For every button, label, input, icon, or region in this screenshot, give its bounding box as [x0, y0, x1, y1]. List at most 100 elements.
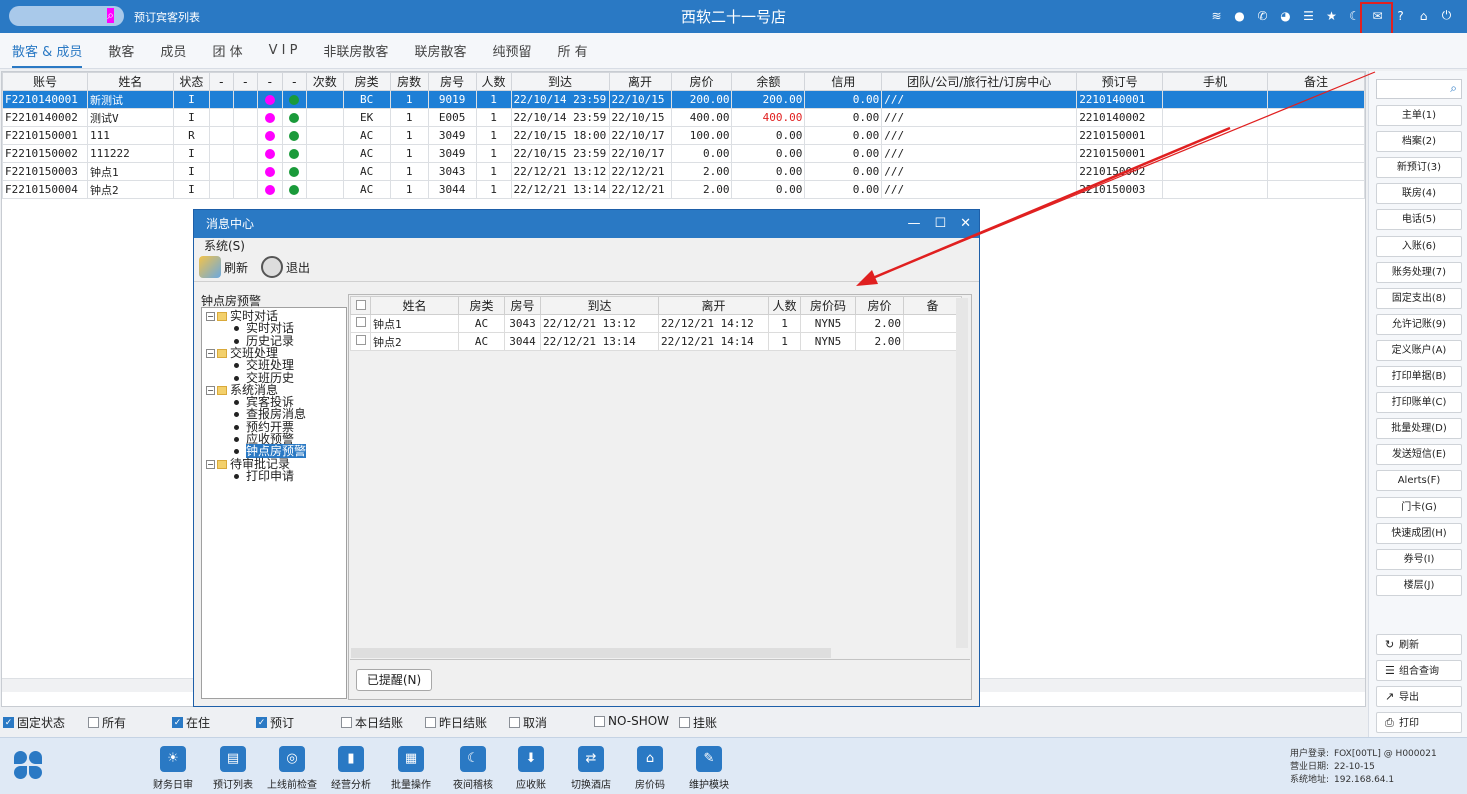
filter-1[interactable]: 所有: [88, 714, 126, 731]
column-header[interactable]: 房号: [427, 72, 477, 91]
column-header[interactable]: 信用: [804, 72, 883, 91]
panel-button-4[interactable]: 电话(5): [1376, 209, 1462, 231]
column-header[interactable]: 次数: [305, 72, 344, 91]
panel-button-15[interactable]: 门卡(G): [1376, 496, 1462, 518]
dialog-menu-system[interactable]: 系统(S): [194, 238, 979, 254]
tree-node[interactable]: − 待审批记录: [206, 458, 290, 470]
column-header[interactable]: 房数: [389, 72, 429, 91]
expand-icon[interactable]: −: [206, 312, 215, 321]
vertical-scrollbar[interactable]: [956, 298, 968, 648]
checkbox[interactable]: [355, 299, 366, 310]
filter-0[interactable]: ✓ 固定状态: [3, 714, 65, 731]
table-row[interactable]: F2210140001 新测试 I BC 1 9019 1 22/10/14 23:59 22/…: [2, 90, 1366, 109]
tab-2[interactable]: 成员: [160, 41, 186, 60]
column-header[interactable]: 房价: [670, 72, 733, 91]
table-row[interactable]: F2210150002 111222 I AC 1 3049 1 22/10/15 23:59…: [2, 144, 1366, 163]
checkbox[interactable]: [355, 317, 366, 327]
close-icon[interactable]: ✕: [960, 210, 971, 238]
column-header[interactable]: 房类: [342, 72, 391, 91]
column-header[interactable]: 房价: [855, 296, 904, 315]
tab-5[interactable]: 非联房散客: [323, 41, 388, 60]
panel-button-13[interactable]: 发送短信(E): [1376, 444, 1462, 466]
search-icon[interactable]: ⌕: [107, 8, 114, 23]
tree-node[interactable]: 预约开票: [234, 421, 294, 433]
checkbox[interactable]: [341, 717, 352, 728]
panel-button-16[interactable]: 快速成团(H): [1376, 522, 1462, 544]
column-header[interactable]: 预订号: [1076, 72, 1164, 91]
filter-4[interactable]: 本日结账: [341, 714, 403, 731]
tree-node[interactable]: 历史记录: [234, 335, 294, 347]
tree-node[interactable]: 钟点房预警: [234, 444, 307, 459]
column-header[interactable]: 离开: [608, 72, 672, 91]
expand-icon[interactable]: −: [206, 459, 215, 469]
horizontal-scrollbar[interactable]: [351, 648, 831, 658]
column-header[interactable]: 姓名: [86, 72, 174, 91]
tab-4[interactable]: V I P: [269, 43, 298, 58]
column-header[interactable]: 人数: [475, 72, 512, 91]
column-header[interactable]: 房价码: [800, 296, 856, 315]
column-header[interactable]: 备: [903, 296, 962, 315]
alert-row[interactable]: 钟点2 AC 3044 22/12/21 13:14 22/12/21 14:14 1 NY…: [350, 332, 962, 351]
column-header[interactable]: 到达: [540, 296, 659, 315]
filter-5[interactable]: 昨日结账: [425, 714, 487, 731]
power-icon[interactable]: ⏻: [1438, 7, 1455, 24]
home-icon[interactable]: ⌂: [1415, 7, 1432, 24]
panel-button-2[interactable]: 新预订(3): [1376, 157, 1462, 179]
column-header[interactable]: -: [256, 72, 283, 91]
panel-button-9[interactable]: 定义账户(A): [1376, 339, 1462, 361]
reminded-button[interactable]: 已提醒(N): [356, 669, 432, 691]
help-icon[interactable]: ?: [1392, 7, 1409, 24]
tree-node[interactable]: 实时对话: [234, 322, 294, 334]
filter-2[interactable]: ✓ 在住: [172, 714, 210, 731]
minimize-icon[interactable]: —: [907, 210, 920, 238]
toolbar-button-9[interactable]: ✎ 维护模块: [676, 746, 742, 791]
panel-button-17[interactable]: 券号(I): [1376, 548, 1462, 570]
panel-button-18[interactable]: 楼层(J): [1376, 574, 1462, 596]
checkbox[interactable]: ✓: [172, 717, 183, 728]
row-select[interactable]: [350, 314, 371, 333]
panel-button-8[interactable]: 允许记账(9): [1376, 313, 1462, 335]
dialog-title-bar[interactable]: 消息中心 — ☐ ✕: [194, 210, 979, 238]
alert-row[interactable]: 钟点1 AC 3043 22/12/21 13:12 22/12/21 14:12 1 NY…: [350, 314, 962, 333]
palette-icon[interactable]: ◕: [1277, 7, 1294, 24]
column-header[interactable]: 团队/公司/旅行社/订房中心: [881, 72, 1078, 91]
panel-button-6[interactable]: 账务处理(7): [1376, 261, 1462, 283]
checkbox[interactable]: [425, 717, 436, 728]
checkbox[interactable]: [355, 335, 366, 345]
action-export-button[interactable]: ↗ 导出: [1376, 686, 1462, 707]
toolbar-button-7[interactable]: ⇄ 切换酒店: [558, 746, 624, 791]
phone-icon[interactable]: ✆: [1254, 7, 1271, 24]
table-row[interactable]: F2210150003 钟点1 I AC 1 3043 1 22/12/21 13:12 22/…: [2, 162, 1366, 181]
action-print-button[interactable]: ⎙ 打印: [1376, 712, 1462, 733]
column-header[interactable]: 姓名: [370, 296, 459, 315]
tab-8[interactable]: 所 有: [557, 41, 587, 60]
expand-icon[interactable]: −: [206, 348, 215, 358]
checkbox[interactable]: [594, 715, 605, 727]
tree-node[interactable]: 交班处理: [234, 359, 294, 371]
toolbar-button-6[interactable]: ⬇ 应收账: [498, 746, 564, 791]
toolbar-button-3[interactable]: ▮ 经营分析: [318, 746, 384, 791]
filter-8[interactable]: 挂账: [679, 714, 717, 731]
column-header[interactable]: 到达: [510, 72, 610, 91]
global-search-input[interactable]: ⌕: [9, 6, 124, 26]
column-header[interactable]: 状态: [172, 72, 210, 91]
column-header[interactable]: -: [232, 72, 258, 91]
panel-button-1[interactable]: 档案(2): [1376, 131, 1462, 153]
panel-button-3[interactable]: 联房(4): [1376, 183, 1462, 205]
filter-3[interactable]: ✓ 预订: [256, 714, 294, 731]
column-header[interactable]: 离开: [658, 296, 769, 315]
action-refresh-button[interactable]: ↻ 刷新: [1376, 634, 1462, 655]
panel-button-11[interactable]: 打印账单(C): [1376, 392, 1462, 414]
tab-3[interactable]: 团 体: [212, 41, 242, 60]
expand-icon[interactable]: −: [206, 385, 215, 395]
toolbar-button-4[interactable]: ▦ 批量操作: [378, 746, 444, 791]
chat-icon[interactable]: ●: [1231, 7, 1248, 24]
checkbox[interactable]: ✓: [3, 717, 14, 728]
column-header[interactable]: 余额: [731, 72, 806, 91]
tab-0[interactable]: 散客 & 成员: [12, 41, 83, 68]
table-row[interactable]: F2210150001 111 R AC 1 3049 1 22/10/15 18:00 22/…: [2, 126, 1366, 145]
tree-node[interactable]: 打印申请: [234, 470, 294, 482]
panel-button-10[interactable]: 打印单据(B): [1376, 366, 1462, 387]
filter-7[interactable]: NO-SHOW: [594, 714, 669, 728]
row-select[interactable]: [350, 332, 371, 351]
